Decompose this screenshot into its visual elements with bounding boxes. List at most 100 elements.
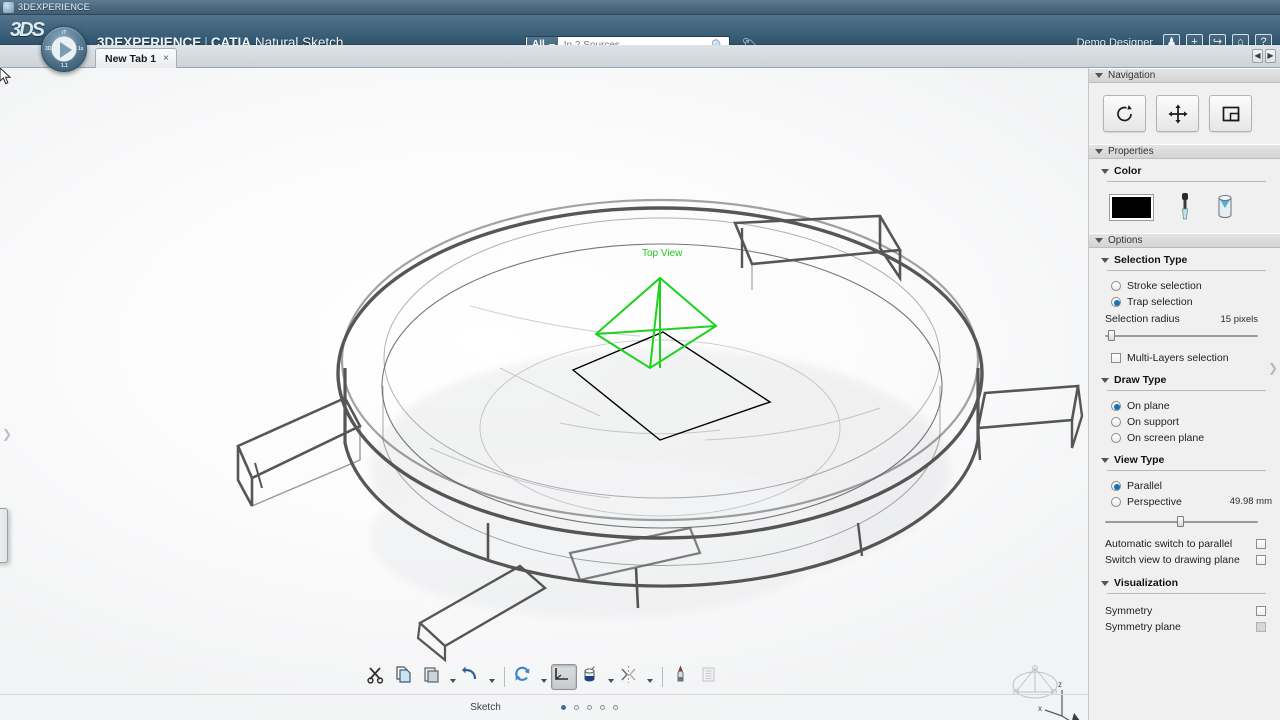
status-dot[interactable] bbox=[600, 705, 605, 710]
paint-bucket-icon[interactable] bbox=[1216, 194, 1234, 220]
zoom-fit-button[interactable] bbox=[1209, 95, 1252, 132]
tab-next-button[interactable]: ▶ bbox=[1265, 49, 1276, 63]
draw-type-title: Draw Type bbox=[1114, 374, 1166, 386]
checkbox-indicator[interactable] bbox=[1256, 555, 1266, 565]
radio-on-support[interactable]: On support bbox=[1089, 415, 1280, 428]
radio-trap-selection[interactable]: Trap selection bbox=[1089, 295, 1280, 308]
symmetry-button[interactable] bbox=[618, 664, 644, 690]
collapse-triangle-icon bbox=[1101, 169, 1109, 174]
copy-icon bbox=[394, 665, 413, 684]
checkbox-label: Symmetry bbox=[1105, 605, 1152, 617]
radio-parallel[interactable]: Parallel bbox=[1089, 479, 1280, 492]
copy-button[interactable] bbox=[393, 664, 419, 690]
checkbox-symmetry[interactable]: Symmetry bbox=[1089, 604, 1280, 618]
checkbox-symmetry-plane: Symmetry plane bbox=[1089, 620, 1280, 634]
selection-type-title-row[interactable]: Selection Type bbox=[1089, 248, 1280, 268]
os-title-text: 3DEXPERIENCE bbox=[18, 2, 90, 12]
paste-dropdown-caret[interactable] bbox=[449, 664, 458, 690]
left-panel-expand-icon[interactable]: ❯ bbox=[1, 426, 13, 442]
visualization-title-row[interactable]: Visualization bbox=[1089, 567, 1280, 591]
pan-button[interactable] bbox=[1156, 95, 1199, 132]
update-dropdown-caret[interactable] bbox=[540, 664, 549, 690]
checkbox-indicator[interactable] bbox=[1256, 539, 1266, 549]
collapse-triangle-icon bbox=[1101, 258, 1109, 263]
perspective-distance-group: 49.98 mm bbox=[1230, 496, 1272, 507]
left-docked-panel-tab[interactable] bbox=[0, 508, 8, 563]
tab-new-tab-1[interactable]: New Tab 1 × bbox=[95, 48, 177, 68]
layers-button[interactable] bbox=[698, 664, 724, 690]
checkbox-indicator[interactable] bbox=[1256, 606, 1266, 616]
undo-dropdown-caret[interactable] bbox=[488, 664, 497, 690]
properties-title: Properties bbox=[1108, 146, 1154, 157]
radio-label: Parallel bbox=[1127, 480, 1162, 492]
undo-icon bbox=[461, 665, 480, 684]
navigation-section-header[interactable]: Navigation bbox=[1089, 68, 1280, 83]
eyedropper-icon[interactable] bbox=[1178, 193, 1192, 221]
slider-thumb[interactable] bbox=[1108, 330, 1115, 341]
color-subsection-title-row[interactable]: Color bbox=[1089, 159, 1280, 179]
tab-close-icon[interactable]: × bbox=[163, 53, 169, 64]
checkbox-multi-layers-selection[interactable]: Multi-Layers selection bbox=[1089, 351, 1280, 364]
properties-section-header[interactable]: Properties bbox=[1089, 144, 1280, 159]
radio-indicator bbox=[1111, 481, 1121, 491]
tab-prev-button[interactable]: ◀ bbox=[1252, 49, 1263, 63]
radio-indicator bbox=[1111, 497, 1121, 507]
os-title-bar: 3DEXPERIENCE bbox=[0, 0, 1280, 15]
radio-stroke-selection[interactable]: Stroke selection bbox=[1089, 279, 1280, 292]
pan-icon bbox=[1168, 104, 1188, 124]
update-button[interactable] bbox=[512, 664, 538, 690]
color-tools-row bbox=[1089, 182, 1280, 233]
status-dot[interactable] bbox=[587, 705, 592, 710]
status-dot[interactable] bbox=[574, 705, 579, 710]
status-dot[interactable] bbox=[561, 705, 566, 710]
color-title: Color bbox=[1114, 165, 1141, 177]
options-section-header[interactable]: Options bbox=[1089, 233, 1280, 248]
selection-radius-row: Selection radius 15 pixels bbox=[1089, 308, 1280, 325]
symmetry-dropdown-caret[interactable] bbox=[646, 664, 655, 690]
radio-perspective[interactable]: Perspective 49.98 mm bbox=[1089, 495, 1280, 508]
draw-type-title-row[interactable]: Draw Type bbox=[1089, 364, 1280, 388]
radio-on-plane[interactable]: On plane bbox=[1089, 399, 1280, 412]
viewport-canvas[interactable]: z x y Top View ❯ bbox=[0, 68, 1088, 720]
checkbox-indicator bbox=[1256, 622, 1266, 632]
status-step-dots bbox=[561, 705, 618, 710]
view-type-title: View Type bbox=[1114, 454, 1164, 466]
options-title: Options bbox=[1108, 235, 1142, 246]
working-plane-button[interactable] bbox=[551, 664, 577, 690]
collapse-triangle-icon bbox=[1101, 458, 1109, 463]
paint-bucket-dropdown-caret[interactable] bbox=[607, 664, 616, 690]
checkbox-switch-view-to-drawing-plane[interactable]: Switch view to drawing plane bbox=[1089, 553, 1280, 567]
radio-label: Perspective bbox=[1127, 496, 1182, 508]
paint-bucket-button[interactable] bbox=[579, 664, 605, 690]
radio-indicator bbox=[1111, 281, 1121, 291]
paste-button[interactable] bbox=[421, 664, 447, 690]
slider-thumb[interactable] bbox=[1177, 516, 1184, 527]
rotate-button[interactable] bbox=[1103, 95, 1146, 132]
checkbox-automatic-switch-to-parallel[interactable]: Automatic switch to parallel bbox=[1089, 537, 1280, 551]
compass-button[interactable]: iT 3D 1x 1.1 bbox=[41, 26, 87, 72]
selection-radius-slider[interactable] bbox=[1105, 330, 1258, 341]
pencil-icon bbox=[671, 665, 690, 684]
pencil-button[interactable] bbox=[670, 664, 696, 690]
right-panel-collapse-icon[interactable]: ❯ bbox=[1267, 360, 1279, 376]
view-type-title-row[interactable]: View Type bbox=[1089, 444, 1280, 468]
radio-label: On plane bbox=[1127, 400, 1170, 412]
radio-indicator bbox=[1111, 401, 1121, 411]
color-swatch[interactable] bbox=[1109, 194, 1154, 221]
radio-label: Trap selection bbox=[1127, 296, 1193, 308]
mouse-cursor bbox=[0, 68, 12, 85]
app-icon bbox=[3, 2, 14, 13]
toolbar-separator-2 bbox=[662, 667, 663, 687]
toolbar-separator-1 bbox=[504, 667, 505, 687]
selection-type-title: Selection Type bbox=[1114, 254, 1187, 266]
symmetry-icon bbox=[619, 665, 638, 684]
rotate-icon bbox=[1115, 104, 1135, 124]
undo-button[interactable] bbox=[460, 664, 486, 690]
status-dot[interactable] bbox=[613, 705, 618, 710]
perspective-distance-slider[interactable] bbox=[1105, 516, 1258, 527]
scissors-icon bbox=[366, 665, 385, 684]
radio-on-screen-plane[interactable]: On screen plane bbox=[1089, 431, 1280, 444]
checkbox-label: Switch view to drawing plane bbox=[1105, 554, 1240, 566]
cut-button[interactable] bbox=[365, 664, 391, 690]
bottom-toolbar bbox=[0, 660, 1088, 694]
